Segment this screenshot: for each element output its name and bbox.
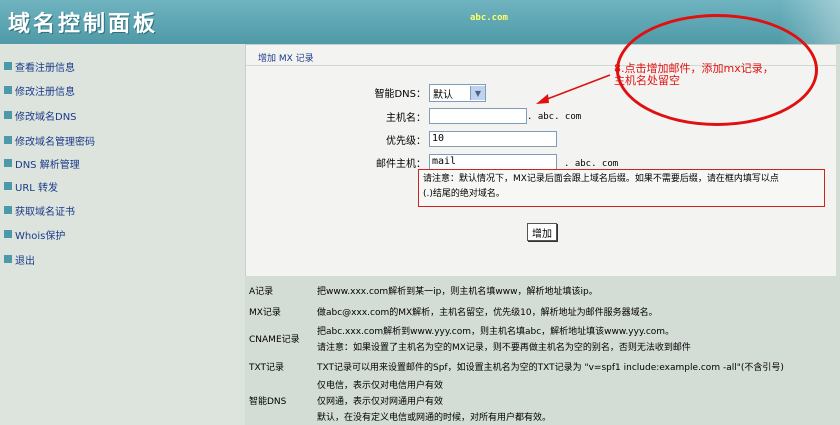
bullet-icon — [4, 255, 12, 263]
sidebar: 查看注册信息 修改注册信息 修改域名DNS 修改域名管理密码 DNS 解析管理 … — [0, 44, 245, 425]
bullet-icon — [4, 230, 12, 238]
help-label-txt: TXT记录 — [249, 363, 285, 373]
sidebar-item-view-registration[interactable]: 查看注册信息 — [4, 58, 75, 74]
smart-dns-value: 默认 — [433, 89, 453, 101]
header-domain: abc.com — [470, 13, 508, 23]
priority-input[interactable]: 10 — [429, 131, 557, 147]
bullet-icon — [4, 206, 12, 214]
annotation-line-2: 主机名处留空 — [614, 74, 680, 87]
sidebar-item-logout[interactable]: 退出 — [4, 251, 35, 267]
add-button[interactable]: 增加 — [527, 223, 557, 241]
help-text-smart-dns-1: 仅电信，表示仅对电信用户有效 — [317, 381, 444, 391]
sidebar-item-dns-management[interactable]: DNS 解析管理 — [4, 155, 80, 171]
host-input[interactable] — [429, 108, 527, 124]
chevron-down-icon: ▼ — [470, 86, 485, 100]
mail-host-label: 邮件主机： — [376, 158, 426, 170]
sidebar-item-certificate[interactable]: 获取域名证书 — [4, 202, 75, 218]
bullet-icon — [4, 62, 12, 70]
panel-logo: 域名控制面板 — [8, 12, 159, 37]
notice-box: 请注意：默认情况下，MX记录后面会跟上域名后缀。如果不需要后缀，请在框内填写以点… — [418, 169, 825, 207]
host-label: 主机名： — [386, 112, 426, 124]
help-text-smart-dns-3: 默认，在没有定义电信或网通的时候，对所有用户都有效。 — [317, 413, 552, 423]
smart-dns-label: 智能DNS： — [374, 88, 426, 100]
sidebar-item-change-password[interactable]: 修改域名管理密码 — [4, 132, 95, 148]
sidebar-item-edit-dns[interactable]: 修改域名DNS — [4, 107, 77, 123]
bullet-icon — [4, 159, 12, 167]
sidebar-item-whois-protection[interactable]: Whois保护 — [4, 226, 65, 242]
help-text-cname-1: 把abc.xxx.com解析到www.yyy.com，则主机名填abc，解析地址… — [317, 327, 675, 337]
smart-dns-select[interactable]: 默认 ▼ — [429, 84, 486, 102]
priority-label: 优先级： — [386, 135, 426, 147]
help-label-cname: CNAME记录 — [249, 335, 300, 345]
bullet-icon — [4, 136, 12, 144]
bullet-icon — [4, 182, 12, 190]
bullet-icon — [4, 111, 12, 119]
section-title: 增加 MX 记录 — [258, 54, 314, 64]
help-text-txt: TXT记录可以用来设置邮件的Spf，如设置主机名为空的TXT记录为 "v=spf… — [317, 363, 784, 373]
notice-line-2: (.)结尾的绝对域名。 — [423, 189, 505, 199]
help-text-cname-2: 请注意：如果设置了主机名为空的MX记录，则不要再做主机名为空的别名，否则无法收到… — [317, 343, 691, 353]
help-text-mx: 做abc@xxx.com的MX解析，主机名留空，优先级10，解析地址为邮件服务器… — [317, 308, 658, 318]
help-section: A记录 把www.xxx.com解析到某一ip，则主机名填www，解析地址填该i… — [245, 278, 840, 425]
sidebar-item-edit-registration[interactable]: 修改注册信息 — [4, 82, 75, 98]
mail-host-input[interactable]: mail — [429, 154, 557, 170]
help-label-mx: MX记录 — [249, 308, 281, 318]
help-label-a: A记录 — [249, 287, 274, 297]
bullet-icon — [4, 86, 12, 94]
help-text-a: 把www.xxx.com解析到某一ip，则主机名填www，解析地址填该ip。 — [317, 287, 598, 297]
help-text-smart-dns-2: 仅网通，表示仅对网通用户有效 — [317, 397, 444, 407]
help-label-smart-dns: 智能DNS — [249, 397, 287, 407]
sidebar-item-url-forwarding[interactable]: URL 转发 — [4, 178, 58, 194]
annotation-text: 8.点击增加邮件，添加mx记录， 主机名处留空 — [614, 63, 804, 87]
annotation-arrow-icon — [536, 74, 611, 104]
notice-line-1: 请注意：默认情况下，MX记录后面会跟上域名后缀。如果不需要后缀，请在框内填写以点 — [423, 174, 779, 184]
mail-host-suffix: . abc. com — [564, 159, 619, 169]
